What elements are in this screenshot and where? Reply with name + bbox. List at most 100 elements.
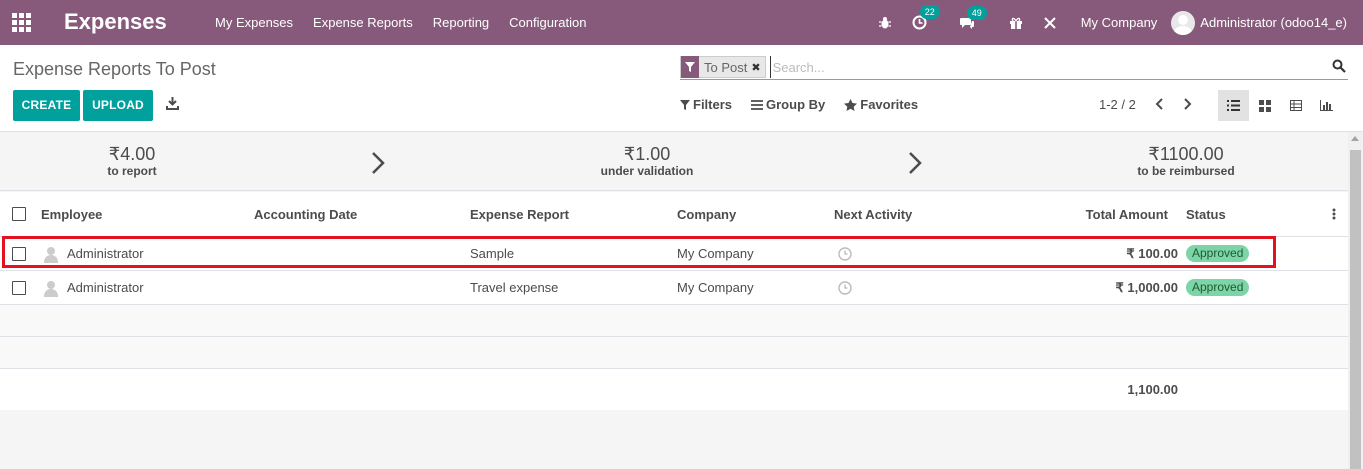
- group-by-button[interactable]: Group By: [751, 97, 825, 112]
- filter-icon: [681, 56, 699, 78]
- employee-cell: Administrator: [67, 246, 144, 261]
- facet-remove-icon[interactable]: ✖: [751, 61, 764, 74]
- stat-to-be-reimbursed[interactable]: ₹1100.00 to be reimbursed: [1126, 144, 1246, 178]
- favorites-button[interactable]: Favorites: [844, 97, 918, 112]
- column-status[interactable]: Status: [1186, 207, 1226, 222]
- table-row[interactable]: Administrator Travel expense My Company …: [0, 271, 1348, 305]
- chevron-right-icon: [909, 152, 922, 174]
- menu-configuration[interactable]: Configuration: [499, 0, 596, 45]
- menu-expense-reports[interactable]: Expense Reports: [303, 0, 423, 45]
- apps-menu-icon[interactable]: [12, 13, 31, 32]
- chevron-right-icon: [372, 152, 385, 174]
- scroll-up-arrow-icon[interactable]: [1351, 136, 1359, 141]
- expense-report-cell: Sample: [470, 246, 515, 261]
- view-switcher: [1218, 90, 1342, 121]
- employee-avatar: [43, 280, 59, 297]
- pivot-view-icon: [1289, 100, 1302, 111]
- user-menu[interactable]: Administrator (odoo14_e): [1171, 10, 1347, 35]
- list-footer: 1,100.00: [0, 369, 1348, 410]
- optional-columns-icon[interactable]: [1332, 208, 1336, 220]
- search-input[interactable]: [769, 56, 1348, 78]
- stat-label: under validation: [600, 164, 694, 178]
- total-amount-cell: ₹ 100.00: [1126, 246, 1178, 261]
- column-next-activity[interactable]: Next Activity: [834, 207, 912, 222]
- stat-label: to report: [107, 164, 157, 178]
- list-header: Employee Accounting Date Expense Report …: [0, 192, 1348, 237]
- search-icon[interactable]: [1332, 59, 1346, 73]
- search-facet: To Post ✖: [680, 56, 766, 78]
- status-badge: Approved: [1186, 245, 1250, 262]
- employee-avatar: [43, 246, 59, 263]
- stat-to-report[interactable]: ₹4.00 to report: [82, 144, 182, 178]
- employee-cell: Administrator: [67, 280, 144, 295]
- gift-icon[interactable]: [1009, 16, 1023, 30]
- bug-icon[interactable]: [878, 16, 892, 30]
- tools-icon[interactable]: [1043, 16, 1057, 30]
- graph-view-icon: [1320, 100, 1333, 111]
- menu-reporting[interactable]: Reporting: [423, 0, 499, 45]
- column-expense-report[interactable]: Expense Report: [470, 207, 569, 222]
- search-bar: To Post ✖: [680, 55, 1348, 80]
- column-total-amount[interactable]: Total Amount: [1086, 207, 1168, 222]
- company-switcher[interactable]: My Company: [1081, 15, 1158, 30]
- kanban-view-icon: [1258, 99, 1271, 112]
- star-icon: [844, 98, 858, 111]
- top-navbar: Expenses My Expenses Expense Reports Rep…: [0, 0, 1363, 45]
- messages-icon[interactable]: 49: [959, 5, 987, 30]
- vertical-scrollbar[interactable]: [1348, 132, 1363, 469]
- group-by-icon: [751, 99, 764, 110]
- filter-icon: [680, 99, 690, 110]
- user-name: Administrator (odoo14_e): [1200, 15, 1347, 30]
- message-count-badge: 49: [966, 5, 987, 20]
- chevron-right-icon[interactable]: [1180, 97, 1194, 111]
- graph-view-button[interactable]: [1311, 90, 1342, 121]
- breadcrumb: Expense Reports To Post: [13, 59, 216, 79]
- company-cell: My Company: [677, 246, 754, 261]
- pivot-view-button[interactable]: [1280, 90, 1311, 121]
- menu-my-expenses[interactable]: My Expenses: [205, 0, 303, 45]
- systray: 22 49 My Company Administrator (odoo14_e…: [868, 0, 1363, 45]
- avatar: [1171, 10, 1196, 35]
- main-menu: My Expenses Expense Reports Reporting Co…: [205, 0, 596, 45]
- filters-button[interactable]: Filters: [680, 97, 732, 112]
- status-badge: Approved: [1186, 279, 1250, 296]
- empty-area: [0, 410, 1348, 469]
- select-all-checkbox[interactable]: [12, 207, 26, 221]
- column-employee[interactable]: Employee: [41, 207, 102, 222]
- expense-report-list: Employee Accounting Date Expense Report …: [0, 192, 1348, 410]
- scrollbar-thumb[interactable]: [1350, 150, 1361, 469]
- empty-row: [0, 305, 1348, 337]
- stat-amount: ₹1100.00: [1148, 144, 1224, 164]
- pager-value[interactable]: 1-2 / 2: [1099, 97, 1136, 112]
- filters-label: Filters: [693, 97, 733, 112]
- stat-amount: ₹4.00: [108, 144, 156, 164]
- list-view-icon: [1227, 100, 1240, 111]
- chevron-left-icon[interactable]: [1153, 97, 1167, 111]
- group-by-label: Group By: [766, 97, 826, 112]
- upload-button[interactable]: UPLOAD: [83, 90, 153, 121]
- row-checkbox[interactable]: [12, 281, 26, 295]
- stat-under-validation[interactable]: ₹1.00 under validation: [587, 144, 707, 178]
- activity-clock-icon[interactable]: 22: [912, 5, 940, 30]
- facet-value: To Post: [704, 59, 748, 75]
- total-amount-cell: ₹ 1,000.00: [1115, 280, 1179, 295]
- stat-label: to be reimbursed: [1137, 164, 1235, 178]
- company-cell: My Company: [677, 280, 754, 295]
- activity-clock-icon[interactable]: [838, 281, 852, 295]
- total-amount-sum: 1,100.00: [1127, 382, 1178, 397]
- column-accounting-date[interactable]: Accounting Date: [254, 207, 357, 222]
- create-button[interactable]: CREATE: [13, 90, 80, 121]
- row-checkbox[interactable]: [12, 247, 26, 261]
- table-row[interactable]: Administrator Sample My Company ₹ 100.00…: [0, 237, 1348, 271]
- activity-clock-icon[interactable]: [838, 247, 852, 261]
- stat-amount: ₹1.00: [623, 144, 671, 164]
- download-icon[interactable]: [166, 97, 179, 110]
- column-company[interactable]: Company: [677, 207, 736, 222]
- expense-summary-bar: ₹4.00 to report ₹1.00 under validation ₹…: [0, 132, 1348, 191]
- kanban-view-button[interactable]: [1249, 90, 1280, 121]
- empty-row: [0, 337, 1348, 369]
- favorites-label: Favorites: [860, 97, 919, 112]
- expense-report-cell: Travel expense: [470, 280, 559, 295]
- app-title[interactable]: Expenses: [64, 9, 167, 35]
- list-view-button[interactable]: [1218, 90, 1249, 121]
